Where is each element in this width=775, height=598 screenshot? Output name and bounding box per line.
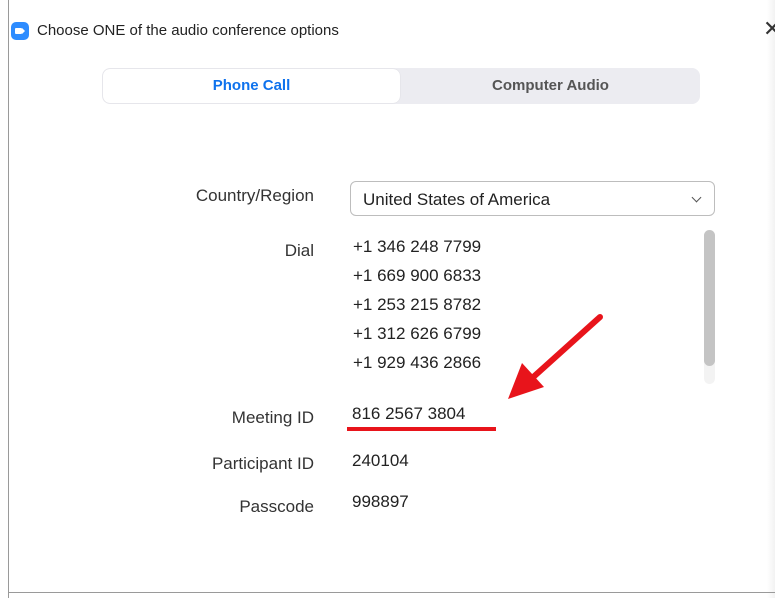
tab-computer-audio[interactable]: Computer Audio	[401, 68, 700, 104]
close-icon[interactable]: ✕	[763, 19, 775, 41]
audio-mode-tabs: Phone Call Computer Audio	[102, 68, 700, 104]
window-border-bottom	[8, 592, 775, 593]
meeting-id-label: Meeting ID	[231, 408, 314, 427]
dial-list-scrollbar-thumb[interactable]	[704, 230, 715, 366]
title-bar: Choose ONE of the audio conference optio…	[9, 10, 775, 50]
red-underline-annotation	[347, 427, 496, 431]
passcode-value: 998897	[352, 492, 409, 511]
dial-label: Dial	[284, 241, 314, 260]
country-region-label: Country/Region	[195, 186, 314, 205]
country-region-select[interactable]: United States of America	[350, 181, 715, 216]
dial-number: +1 346 248 7799	[353, 237, 482, 256]
window-border-left	[8, 0, 9, 598]
passcode-label: Passcode	[239, 497, 314, 516]
country-region-value: United States of America	[363, 190, 551, 209]
red-arrow-annotation	[508, 314, 603, 399]
tab-phone-call[interactable]: Phone Call	[103, 69, 400, 103]
audio-options-dialog: Choose ONE of the audio conference optio…	[0, 0, 775, 598]
participant-id-value: 240104	[352, 451, 409, 470]
chevron-down-icon	[691, 192, 702, 203]
zoom-app-icon	[11, 22, 29, 40]
window-shadow	[767, 0, 775, 598]
participant-id-label: Participant ID	[211, 454, 314, 473]
window-title: Choose ONE of the audio conference optio…	[37, 22, 339, 39]
dial-number: +1 669 900 6833	[353, 266, 482, 285]
meeting-id-value: 816 2567 3804	[352, 404, 466, 423]
